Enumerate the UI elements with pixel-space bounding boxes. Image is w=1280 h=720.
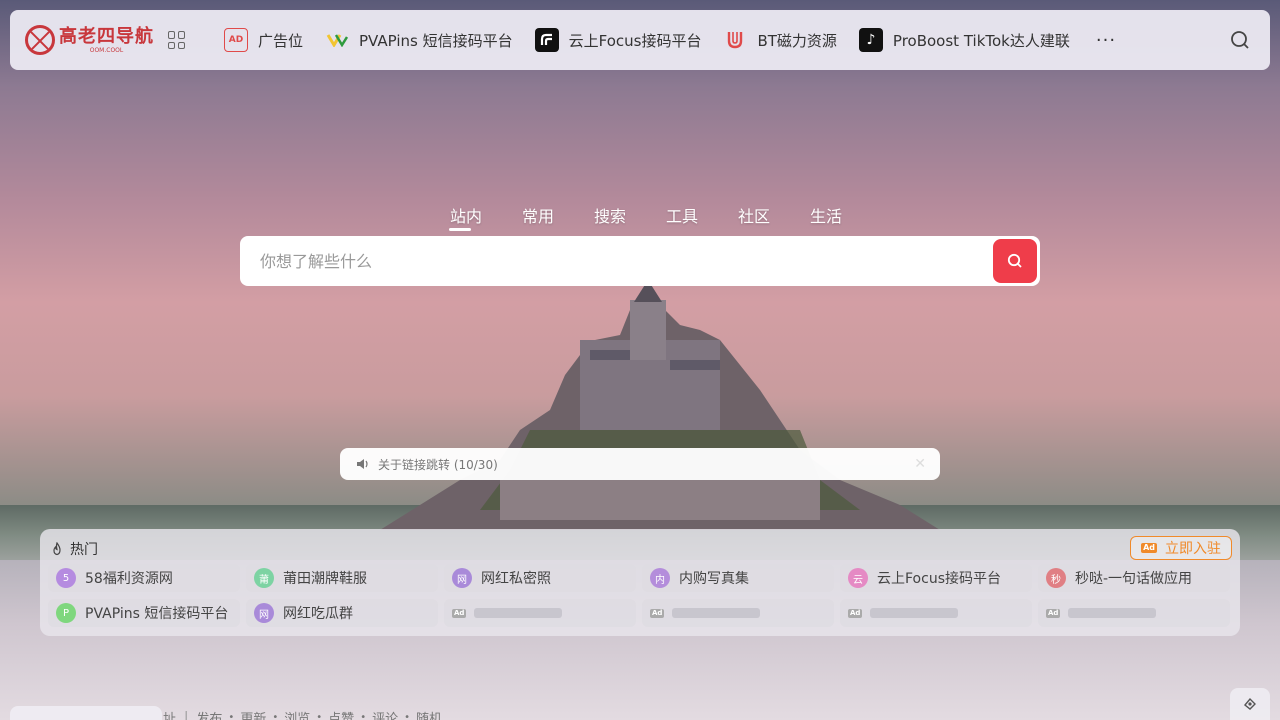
footer-card [10, 706, 162, 720]
hot-links-panel: 热门 Ad 立即入驻 5 58福利资源网 莆 莆田潮牌鞋服 网 网红私密照 内 … [40, 529, 1240, 636]
footer-link-like[interactable]: 点赞 [328, 708, 354, 720]
hot-link-label: 云上Focus接码平台 [877, 571, 1001, 587]
ad-slot[interactable]: Ad [642, 599, 834, 627]
tiktok-icon: ♪ [858, 28, 883, 52]
site-avatar: 网 [254, 603, 274, 623]
ad-badge-icon: Ad [848, 608, 863, 618]
nav-item-bt[interactable]: BT磁力资源 [723, 20, 837, 60]
hot-link-item[interactable]: 网 网红吃瓜群 [246, 599, 438, 627]
hot-link-item[interactable]: 网 网红私密照 [444, 564, 636, 592]
nav-item-label: BT磁力资源 [757, 31, 837, 50]
site-avatar: 秒 [1046, 568, 1066, 588]
footer-link-comment[interactable]: 评论 [372, 708, 398, 720]
nav-item-label: 广告位 [258, 31, 304, 50]
hot-link-label: 网红吃瓜群 [283, 606, 353, 622]
ad-placeholder [1068, 608, 1157, 618]
hot-links-grid: 5 58福利资源网 莆 莆田潮牌鞋服 网 网红私密照 内 内购写真集 云 云上F… [48, 564, 1230, 627]
hot-link-item[interactable]: 莆 莆田潮牌鞋服 [246, 564, 438, 592]
speaker-icon [357, 459, 368, 469]
ad-badge-icon: Ad [452, 608, 467, 618]
notice-bar[interactable]: 关于链接跳转 (10/30) ✕ [340, 448, 940, 480]
more-menu-button[interactable]: ··· [1096, 30, 1116, 51]
hot-header: 热门 [50, 539, 98, 559]
floating-action-button[interactable] [1230, 688, 1270, 720]
ad-badge-icon: Ad [650, 608, 665, 618]
hot-link-item[interactable]: 秒 秒哒-一句话做应用 [1038, 564, 1230, 592]
ad-slot[interactable]: Ad [1038, 599, 1230, 627]
nav-item-proboost[interactable]: ♪ ProBoost TikTok达人建联 [858, 20, 1070, 60]
logo-mark-icon [25, 25, 55, 55]
hot-link-label: 58福利资源网 [85, 571, 173, 587]
logo-subtitle: OOM.COOL [89, 46, 124, 54]
join-button[interactable]: Ad 立即入驻 [1130, 536, 1232, 560]
ad-badge-icon: Ad [1046, 608, 1061, 618]
join-button-label: 立即入驻 [1165, 541, 1221, 557]
footer-link-browse[interactable]: 浏览 [284, 708, 310, 720]
hot-link-item[interactable]: 云 云上Focus接码平台 [840, 564, 1032, 592]
ad-slot[interactable]: Ad [444, 599, 636, 627]
logo-title: 高老四导航 [59, 25, 154, 47]
hot-link-label: PVAPins 短信接码平台 [85, 606, 229, 622]
hot-link-label: 莆田潮牌鞋服 [283, 571, 367, 587]
nav-item-ad[interactable]: AD 广告位 [224, 20, 303, 60]
tab-search[interactable]: 搜索 [574, 203, 646, 231]
share-icon [1244, 697, 1256, 710]
ad-placeholder [870, 608, 959, 618]
site-avatar: 网 [452, 568, 472, 588]
search-box [240, 236, 1040, 286]
site-logo[interactable]: 高老四导航 OOM.COOL [25, 20, 154, 60]
footer-link-random[interactable]: 随机 [416, 708, 442, 720]
search-submit-button[interactable] [993, 239, 1037, 283]
nav-item-label: PVAPins 短信接码平台 [359, 31, 513, 50]
flame-icon [53, 542, 61, 556]
tab-common[interactable]: 常用 [502, 203, 574, 231]
nav-links: AD 广告位 PVAPins 短信接码平台 云上Focus接码平台 BT磁力资源… [224, 20, 1116, 60]
site-avatar: 内 [650, 568, 670, 588]
ad-badge-icon: Ad [1141, 543, 1157, 553]
search-icon [1007, 253, 1022, 268]
top-navbar: 高老四导航 OOM.COOL AD 广告位 PVAPins 短信接码平台 云上F… [10, 10, 1270, 70]
nav-item-label: ProBoost TikTok达人建联 [892, 31, 1070, 50]
hot-title: 热门 [70, 542, 98, 558]
site-avatar: 云 [848, 568, 868, 588]
pvapins-logo-icon [325, 28, 349, 52]
footer-partial-text: 址 [163, 712, 177, 720]
hot-link-item[interactable]: P PVAPins 短信接码平台 [48, 599, 240, 627]
ad-icon: AD [224, 28, 248, 52]
hot-link-label: 秒哒-一句话做应用 [1075, 571, 1193, 587]
search-tabs: 站内 常用 搜索 工具 社区 生活 [430, 203, 862, 231]
footer-links: 址 | 发布 • 更新 • 浏览 • 点赞 • 评论 • 随机 [163, 708, 442, 720]
tab-life[interactable]: 生活 [790, 203, 862, 231]
nav-item-pvapins[interactable]: PVAPins 短信接码平台 [325, 20, 513, 60]
tab-community[interactable]: 社区 [718, 203, 790, 231]
site-avatar: P [56, 603, 76, 623]
site-avatar: 莆 [254, 568, 274, 588]
notice-text: 关于链接跳转 (10/30) [378, 457, 498, 472]
nav-item-label: 云上Focus接码平台 [568, 31, 702, 50]
apps-grid-icon[interactable] [168, 31, 186, 49]
footer-link-publish[interactable]: 发布 [196, 708, 222, 720]
nav-item-focus[interactable]: 云上Focus接码平台 [534, 20, 702, 60]
hot-link-label: 内购写真集 [679, 571, 749, 587]
hot-link-item[interactable]: 5 58福利资源网 [48, 564, 240, 592]
hot-link-item[interactable]: 内 内购写真集 [642, 564, 834, 592]
search-input[interactable] [240, 236, 993, 286]
tab-tools[interactable]: 工具 [646, 203, 718, 231]
search-icon[interactable] [1230, 30, 1250, 50]
footer-link-update[interactable]: 更新 [240, 708, 266, 720]
ad-placeholder [474, 608, 563, 618]
tab-site[interactable]: 站内 [430, 203, 502, 231]
hot-link-label: 网红私密照 [481, 571, 551, 587]
site-avatar: 5 [56, 568, 76, 588]
background-castle-island [380, 280, 940, 530]
ad-slot[interactable]: Ad [840, 599, 1032, 627]
ad-placeholder [672, 608, 761, 618]
focus-logo-icon [534, 28, 559, 52]
magnet-icon [723, 28, 747, 52]
close-icon[interactable]: ✕ [914, 456, 926, 472]
